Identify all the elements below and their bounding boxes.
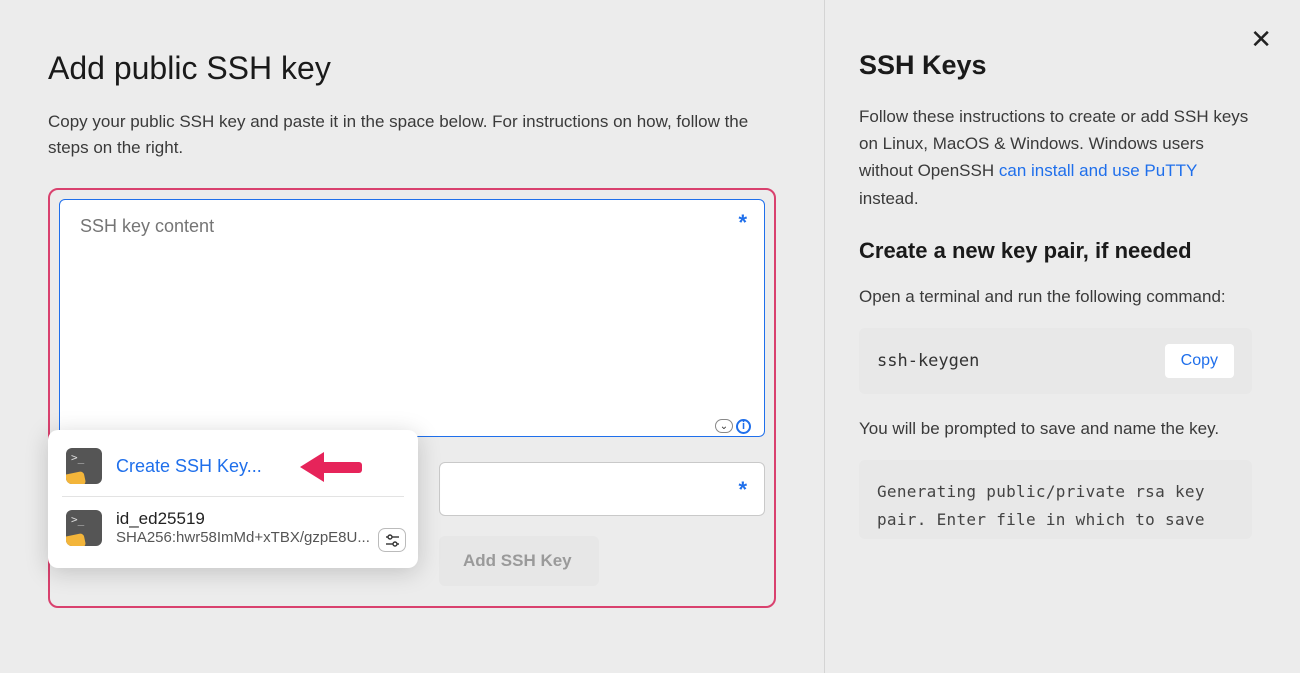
required-asterisk-icon: * bbox=[738, 477, 747, 503]
chevron-down-icon: ⌄ bbox=[715, 419, 733, 433]
terminal-output-block: Generating public/private rsa key pair. … bbox=[859, 460, 1252, 538]
step-1-text: Open a terminal and run the following co… bbox=[859, 284, 1252, 310]
autofill-key-name: id_ed25519 bbox=[116, 509, 400, 529]
autofill-dropdown: Create SSH Key... id_ed25519 SHA256:hwr5… bbox=[48, 430, 418, 568]
autofill-settings-icon[interactable] bbox=[378, 528, 406, 552]
copy-button[interactable]: Copy bbox=[1165, 344, 1234, 378]
autofill-key-fingerprint: SHA256:hwr58ImMd+xTBX/gzpE8U... bbox=[116, 529, 400, 546]
add-ssh-key-button[interactable]: Add SSH Key bbox=[439, 536, 599, 586]
annotation-arrow-icon bbox=[300, 450, 362, 484]
putty-link[interactable]: can install and use PuTTY bbox=[999, 161, 1197, 180]
info-icon: i bbox=[736, 419, 751, 434]
ssh-key-content-textarea[interactable] bbox=[59, 199, 765, 437]
page-subtitle: Copy your public SSH key and paste it in… bbox=[48, 109, 776, 162]
close-icon[interactable]: ✕ bbox=[1250, 26, 1272, 52]
sidebar-title: SSH Keys bbox=[859, 50, 1252, 81]
autofill-item-saved-key[interactable]: id_ed25519 SHA256:hwr58ImMd+xTBX/gzpE8U.… bbox=[62, 496, 404, 558]
autofill-indicator[interactable]: ⌄ i bbox=[715, 419, 751, 434]
sidebar-description: Follow these instructions to create or a… bbox=[859, 103, 1252, 212]
sidebar-subheading: Create a new key pair, if needed bbox=[859, 238, 1252, 264]
page-title: Add public SSH key bbox=[48, 50, 776, 87]
command-text: ssh-keygen bbox=[877, 351, 979, 371]
ssh-key-name-input[interactable] bbox=[439, 462, 765, 516]
step-2-text: You will be prompted to save and name th… bbox=[859, 416, 1252, 442]
command-block: ssh-keygen Copy bbox=[859, 328, 1252, 394]
ssh-key-icon bbox=[66, 448, 102, 484]
ssh-key-icon bbox=[66, 510, 102, 546]
